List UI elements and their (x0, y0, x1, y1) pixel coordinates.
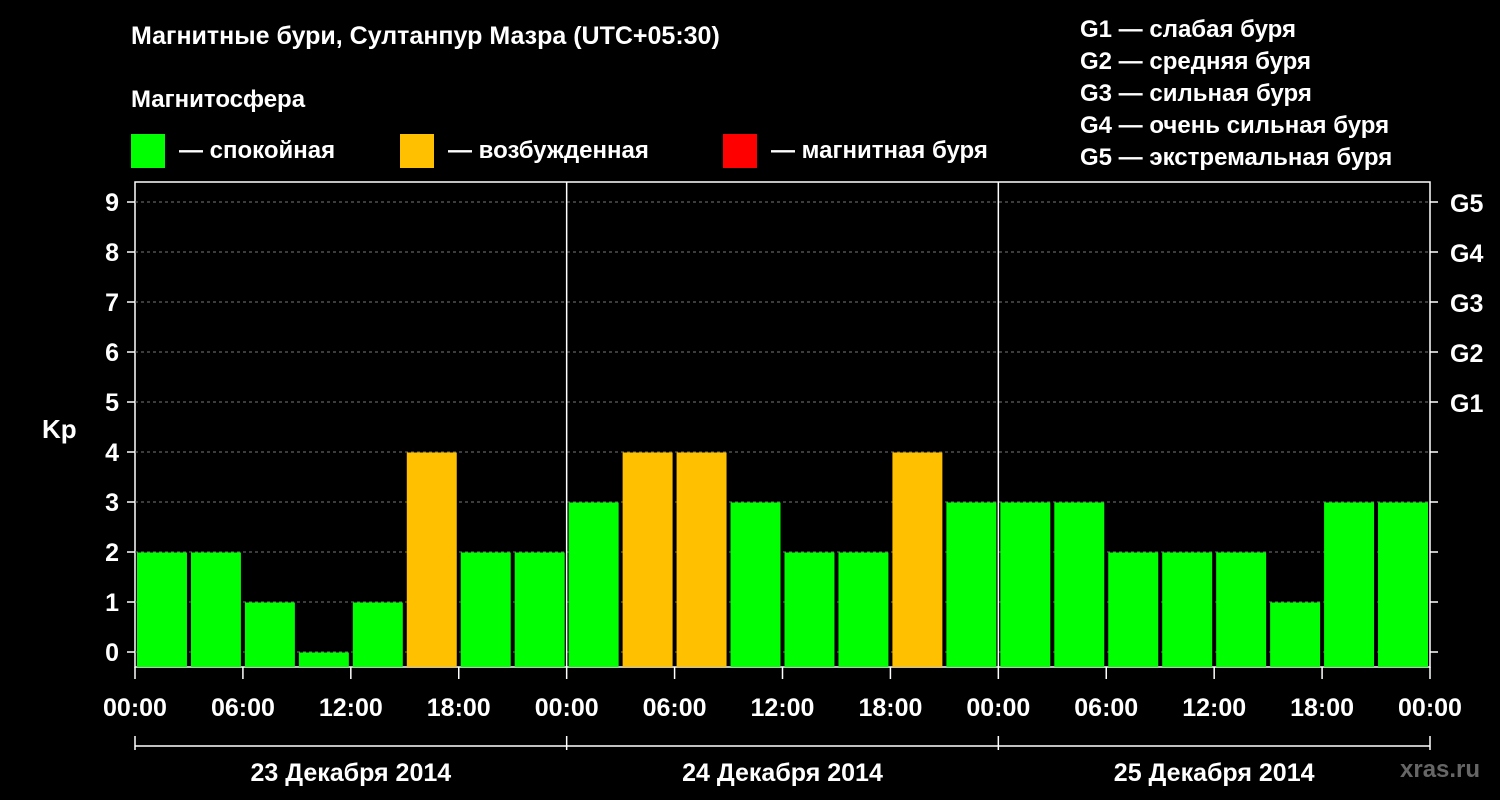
storm-level-label: G5 (1450, 190, 1483, 218)
kp-bar (676, 452, 727, 667)
kp-bar (1108, 552, 1159, 667)
y-tick-label: 0 (105, 639, 119, 667)
day-label: 25 Декабря 2014 (1114, 759, 1315, 787)
kp-bar (460, 552, 511, 667)
storm-level-label: G4 (1450, 240, 1483, 268)
y-tick-label: 2 (105, 539, 119, 567)
x-tick-label: 00:00 (966, 694, 1030, 722)
y-tick-label: 9 (105, 189, 119, 217)
kp-bar (244, 602, 295, 667)
x-tick-label: 06:00 (643, 694, 707, 722)
y-tick-label: 4 (105, 439, 119, 467)
kp-bar (1162, 552, 1213, 667)
storm-level-label: G3 (1450, 290, 1483, 318)
storm-level-label: G1 (1450, 390, 1483, 418)
x-tick-label: 06:00 (1074, 694, 1138, 722)
kp-bar (137, 552, 187, 667)
kp-bar (730, 502, 781, 667)
kp-bar (1000, 502, 1051, 667)
x-tick-label: 00:00 (1398, 694, 1462, 722)
kp-bar (1054, 502, 1105, 667)
kp-bar (406, 452, 457, 667)
kp-bar (622, 452, 673, 667)
y-tick-label: 3 (105, 489, 119, 517)
day-label: 24 Декабря 2014 (682, 759, 883, 787)
kp-bar (1324, 502, 1375, 667)
x-tick-label: 00:00 (103, 694, 167, 722)
x-tick-label: 00:00 (535, 694, 599, 722)
y-tick-label: 6 (105, 339, 119, 367)
x-tick-label: 12:00 (319, 694, 383, 722)
kp-bar (514, 552, 565, 667)
kp-bar (298, 652, 349, 667)
y-tick-label: 7 (105, 289, 119, 317)
y-tick-label: 1 (105, 589, 119, 617)
kp-bar (784, 552, 835, 667)
kp-bar (946, 502, 997, 667)
kp-bar (568, 502, 619, 667)
y-tick-label: 8 (105, 239, 119, 267)
x-tick-label: 12:00 (1182, 694, 1246, 722)
day-label: 23 Декабря 2014 (250, 759, 451, 787)
kp-bar (892, 452, 943, 667)
watermark: xras.ru (1400, 756, 1481, 783)
kp-bar (1270, 602, 1321, 667)
kp-bar (1216, 552, 1267, 667)
x-tick-label: 06:00 (211, 694, 275, 722)
x-tick-label: 18:00 (1290, 694, 1354, 722)
kp-bar-chart: 0 1 2 3 4 5 6 7 8 9 G1 G2 G3 G4 G5 00:00 06:00 12:00 18:00… (103, 181, 1483, 787)
y-tick-label: 5 (105, 389, 119, 417)
storm-level-label: G2 (1450, 340, 1483, 368)
x-tick-label: 18:00 (427, 694, 491, 722)
kp-bar (352, 602, 403, 667)
x-tick-label: 12:00 (751, 694, 815, 722)
kp-bar (190, 552, 241, 667)
kp-bar (838, 552, 889, 667)
kp-bar (1378, 502, 1428, 667)
x-tick-label: 18:00 (858, 694, 922, 722)
